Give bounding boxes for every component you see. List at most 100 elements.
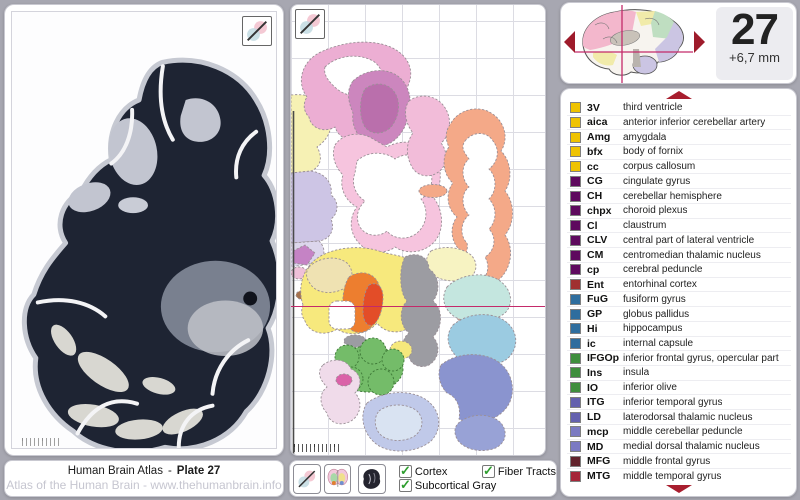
- slice-angle-view-button[interactable]: [293, 464, 321, 494]
- legend-color-chip: [570, 146, 581, 157]
- legend-abbr: CH: [587, 190, 623, 202]
- legend-name: centromedian thalamic nucleus: [623, 250, 761, 261]
- legend-color-chip: [570, 250, 581, 261]
- slice-angle-icon: [296, 10, 324, 38]
- legend-row[interactable]: Amg amygdala: [567, 130, 791, 145]
- legend-row[interactable]: CH cerebellar hemisphere: [567, 189, 791, 204]
- scale-ruler: [22, 438, 62, 446]
- legend-abbr: Cl: [587, 220, 623, 232]
- legend-name: inferior temporal gyrus: [623, 397, 722, 408]
- legend-name: middle cerebellar peduncle: [623, 426, 743, 437]
- legend-row[interactable]: MFG middle frontal gyrus: [567, 455, 791, 470]
- legend-name: middle frontal gyrus: [623, 456, 710, 467]
- next-plate-arrow[interactable]: [694, 31, 705, 53]
- prev-plate-arrow[interactable]: [564, 31, 575, 53]
- legend-row[interactable]: 3V third ventricle: [567, 101, 791, 116]
- legend-row[interactable]: Cl claustrum: [567, 219, 791, 234]
- legend-name: corpus callosum: [623, 161, 695, 172]
- legend-color-chip: [570, 471, 581, 482]
- legend-row[interactable]: Ent entorhinal cortex: [567, 278, 791, 293]
- layer-toggle[interactable]: ✓ Cortex: [399, 465, 480, 478]
- legend-color-chip: [570, 176, 581, 187]
- legend-row[interactable]: mcp middle cerebellar peduncle: [567, 425, 791, 440]
- legend-abbr: MTG: [587, 470, 623, 482]
- legend-name: cerebellar hemisphere: [623, 191, 722, 202]
- legend-abbr: aica: [587, 116, 623, 128]
- legend-row[interactable]: MD medial dorsal thalamic nucleus: [567, 440, 791, 455]
- legend-abbr: cc: [587, 161, 623, 173]
- legend-row[interactable]: CLV central part of lateral ventricle: [567, 234, 791, 249]
- legend-color-chip: [570, 161, 581, 172]
- legend-row[interactable]: chpx choroid plexus: [567, 204, 791, 219]
- legend-name: cerebral peduncle: [623, 264, 703, 275]
- legend-row[interactable]: ITG inferior temporal gyrus: [567, 396, 791, 411]
- legend-abbr: Ins: [587, 367, 623, 379]
- legend-row[interactable]: CM centromedian thalamic nucleus: [567, 248, 791, 263]
- legend-row[interactable]: cc corpus callosum: [567, 160, 791, 175]
- legend-row[interactable]: LD laterodorsal thalamic nucleus: [567, 410, 791, 425]
- legend-row[interactable]: MTG middle temporal gyrus: [567, 469, 791, 483]
- legend-name: internal capsule: [623, 338, 693, 349]
- legend-color-chip: [570, 205, 581, 216]
- plate-position: +6,7 mm: [716, 50, 793, 65]
- controls-bar: ✓ Cortex ✓ Fiber Tracts ✓ Subcortical Gr…: [289, 460, 557, 497]
- legend-abbr: LD: [587, 411, 623, 423]
- legend-abbr: MFG: [587, 455, 623, 467]
- legend-name: anterior inferior cerebellar artery: [623, 117, 765, 128]
- legend-row[interactable]: cp cerebral peduncle: [567, 263, 791, 278]
- legend-name: medial dorsal thalamic nucleus: [623, 441, 760, 452]
- diagram-panel[interactable]: [290, 4, 546, 456]
- checkbox[interactable]: ✓: [399, 479, 412, 492]
- legend-color-chip: [570, 353, 581, 364]
- legend-abbr: Hi: [587, 323, 623, 335]
- legend-abbr: IFGOp: [587, 352, 623, 364]
- legend-name: body of fornix: [623, 146, 683, 157]
- legend-row[interactable]: IFGOp inferior frontal gyrus, opercular …: [567, 351, 791, 366]
- slice-angle-button[interactable]: [295, 9, 325, 39]
- legend-row[interactable]: bfx body of fornix: [567, 145, 791, 160]
- legend-color-chip: [570, 264, 581, 275]
- legend-abbr: Ent: [587, 279, 623, 291]
- legend-row[interactable]: GP globus pallidus: [567, 307, 791, 322]
- legend-name: central part of lateral ventricle: [623, 235, 754, 246]
- legend-color-chip: [570, 426, 581, 437]
- legend-color-chip: [570, 412, 581, 423]
- legend-row[interactable]: CG cingulate gyrus: [567, 175, 791, 190]
- crosshair-line: [291, 306, 545, 307]
- legend-name: inferior frontal gyrus, opercular part: [623, 353, 779, 364]
- slice-angle-button[interactable]: [242, 16, 272, 46]
- layer-toggle[interactable]: ✓ Fiber Tracts: [482, 465, 556, 478]
- stained-section-image[interactable]: [11, 11, 277, 449]
- legend-list: 3V third ventricle aica anterior inferio…: [567, 101, 791, 483]
- legend-row[interactable]: FuG fusiform gyrus: [567, 293, 791, 308]
- legend-color-chip: [570, 294, 581, 305]
- legend-abbr: bfx: [587, 146, 623, 158]
- layer-toggle[interactable]: ✓ Subcortical Gray: [399, 479, 480, 492]
- sagittal-thumbnail[interactable]: [575, 5, 693, 83]
- sagittal-brain-icon: [575, 5, 693, 83]
- legend-abbr: IO: [587, 382, 623, 394]
- toggle-label: Cortex: [415, 466, 447, 478]
- scroll-up-arrow[interactable]: [666, 91, 692, 99]
- legend-name: middle temporal gyrus: [623, 471, 721, 482]
- photo-view-button[interactable]: [358, 464, 386, 494]
- legend-color-chip: [570, 279, 581, 290]
- photo-panel: [4, 4, 284, 456]
- legend-color-chip: [570, 382, 581, 393]
- legend-row[interactable]: aica anterior inferior cerebellar artery: [567, 116, 791, 131]
- diagram-view-button[interactable]: [324, 464, 352, 494]
- atlas-subtitle: Atlas of the Human Brain - www.thehumanb…: [5, 478, 283, 492]
- legend-row[interactable]: ic internal capsule: [567, 337, 791, 352]
- checkbox[interactable]: ✓: [482, 465, 495, 478]
- legend-abbr: ic: [587, 338, 623, 350]
- legend-name: inferior olive: [623, 382, 677, 393]
- legend-name: insula: [623, 367, 649, 378]
- legend-name: hippocampus: [623, 323, 682, 334]
- legend-row[interactable]: Hi hippocampus: [567, 322, 791, 337]
- scroll-down-arrow[interactable]: [666, 485, 692, 493]
- legend-row[interactable]: IO inferior olive: [567, 381, 791, 396]
- legend-color-chip: [570, 132, 581, 143]
- plate-label: Plate 27: [177, 465, 220, 477]
- legend-color-chip: [570, 367, 581, 378]
- legend-row[interactable]: Ins insula: [567, 366, 791, 381]
